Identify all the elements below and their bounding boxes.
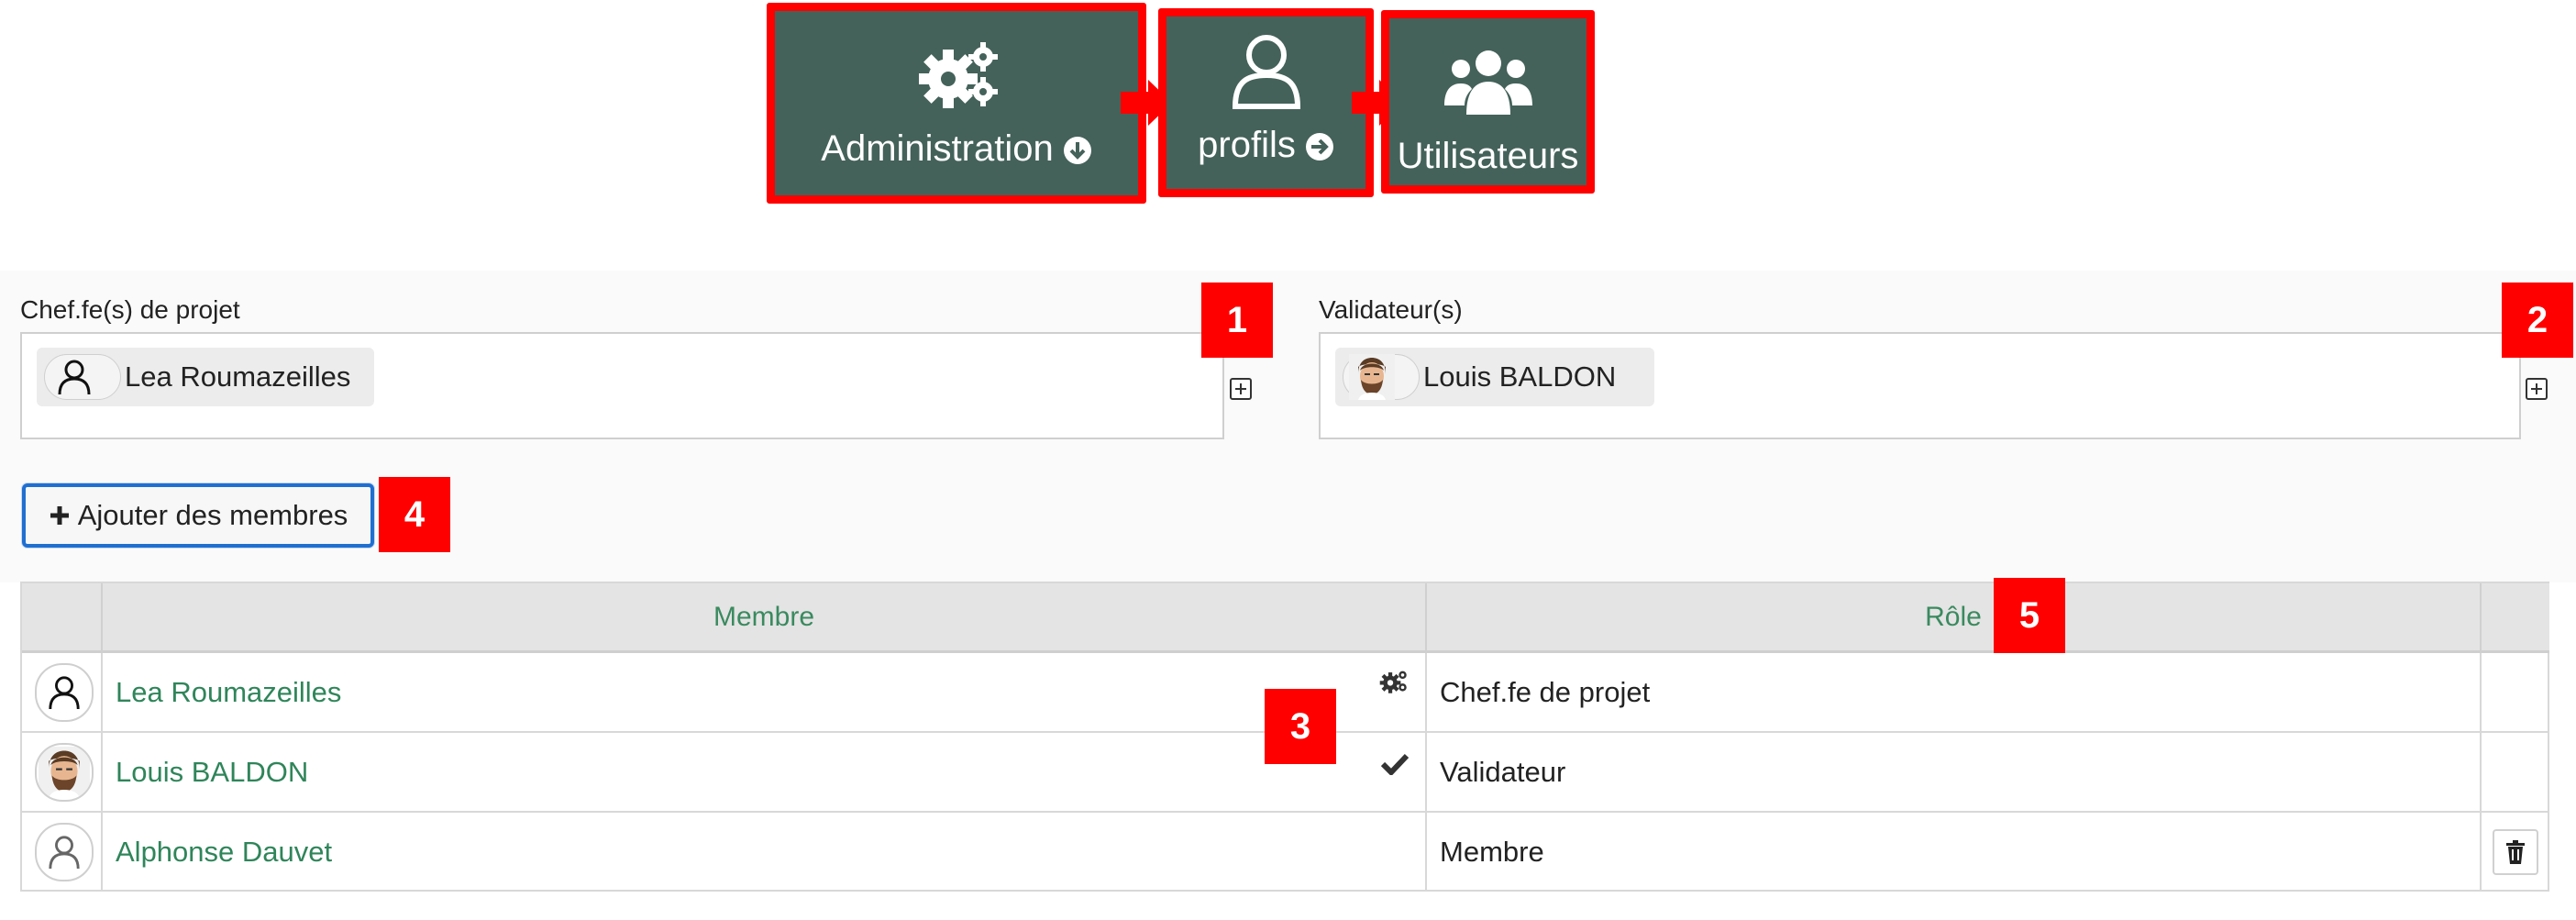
nav-utilisateurs[interactable]: Utilisateurs bbox=[1381, 10, 1595, 194]
avatar bbox=[1343, 354, 1420, 400]
member-link[interactable]: Louis BALDON bbox=[103, 756, 308, 789]
validateur-chip-name: Louis BALDON bbox=[1423, 360, 1617, 393]
nav-profils-label: profils bbox=[1166, 125, 1365, 166]
check-icon bbox=[1381, 753, 1409, 775]
member-link[interactable]: Alphonse Dauvet bbox=[103, 836, 332, 869]
trash-icon bbox=[2506, 840, 2525, 864]
delete-button[interactable] bbox=[2493, 829, 2538, 875]
header-member[interactable]: Membre bbox=[103, 583, 1427, 653]
validateur-field[interactable]: Louis BALDON bbox=[1319, 332, 2521, 439]
table-row bbox=[22, 653, 103, 733]
actions-cell bbox=[2482, 733, 2549, 813]
header-role[interactable]: Rôle bbox=[1427, 583, 2482, 653]
role-cell: Membre bbox=[1427, 813, 2482, 892]
gears-icon bbox=[919, 42, 998, 108]
chef-field[interactable]: Lea Roumazeilles bbox=[20, 332, 1224, 439]
man-avatar-icon bbox=[1349, 354, 1395, 400]
avatar bbox=[44, 354, 121, 400]
validateur-chip[interactable]: Louis BALDON bbox=[1335, 348, 1654, 406]
table-row bbox=[22, 813, 103, 892]
role-cell: Chef.fe de projet bbox=[1427, 653, 2482, 733]
annotation-marker-1: 1 bbox=[1201, 283, 1273, 358]
annotation-marker-5: 5 bbox=[1994, 578, 2065, 653]
chef-chip[interactable]: Lea Roumazeilles bbox=[37, 348, 374, 406]
nav-administration[interactable]: Administration bbox=[767, 3, 1146, 204]
plus-icon bbox=[50, 506, 69, 525]
annotation-marker-2: 2 bbox=[2502, 283, 2573, 358]
header-actions-column bbox=[2482, 583, 2549, 653]
avatar bbox=[35, 742, 94, 802]
add-members-button[interactable]: Ajouter des membres bbox=[22, 483, 374, 548]
member-cell[interactable]: Alphonse Dauvet bbox=[103, 813, 1427, 892]
avatar bbox=[35, 662, 94, 722]
add-validateur-plus-icon[interactable] bbox=[2526, 378, 2548, 400]
add-members-label: Ajouter des membres bbox=[77, 499, 348, 531]
table-row bbox=[22, 733, 103, 813]
chef-field-label: Chef.fe(s) de projet bbox=[20, 295, 240, 324]
user-icon bbox=[58, 360, 91, 395]
users-group-icon bbox=[1444, 50, 1532, 115]
avatar bbox=[35, 823, 94, 881]
member-cell[interactable]: Louis BALDON bbox=[103, 733, 1427, 813]
header-avatar-column bbox=[22, 583, 103, 653]
user-icon bbox=[1232, 35, 1301, 109]
nav-administration-label: Administration bbox=[775, 128, 1138, 170]
man-avatar-icon bbox=[39, 746, 90, 798]
user-icon bbox=[49, 675, 80, 709]
member-cell[interactable]: Lea Roumazeilles bbox=[103, 653, 1427, 733]
circle-arrow-down-icon bbox=[1063, 137, 1091, 165]
nav-profils[interactable]: profils bbox=[1158, 8, 1374, 197]
annotation-marker-3: 3 bbox=[1265, 689, 1336, 764]
gears-icon bbox=[1379, 671, 1407, 693]
annotation-marker-4: 4 bbox=[379, 477, 450, 552]
nav-utilisateurs-label: Utilisateurs bbox=[1397, 136, 1579, 176]
actions-cell bbox=[2482, 653, 2549, 733]
user-icon bbox=[49, 836, 80, 870]
role-cell: Validateur bbox=[1427, 733, 2482, 813]
add-chef-plus-icon[interactable] bbox=[1230, 378, 1252, 400]
actions-cell bbox=[2482, 813, 2549, 892]
member-link[interactable]: Lea Roumazeilles bbox=[103, 676, 341, 709]
circle-arrow-right-icon bbox=[1305, 133, 1333, 161]
chef-chip-name: Lea Roumazeilles bbox=[125, 360, 351, 393]
validateur-field-label: Validateur(s) bbox=[1319, 295, 1463, 324]
